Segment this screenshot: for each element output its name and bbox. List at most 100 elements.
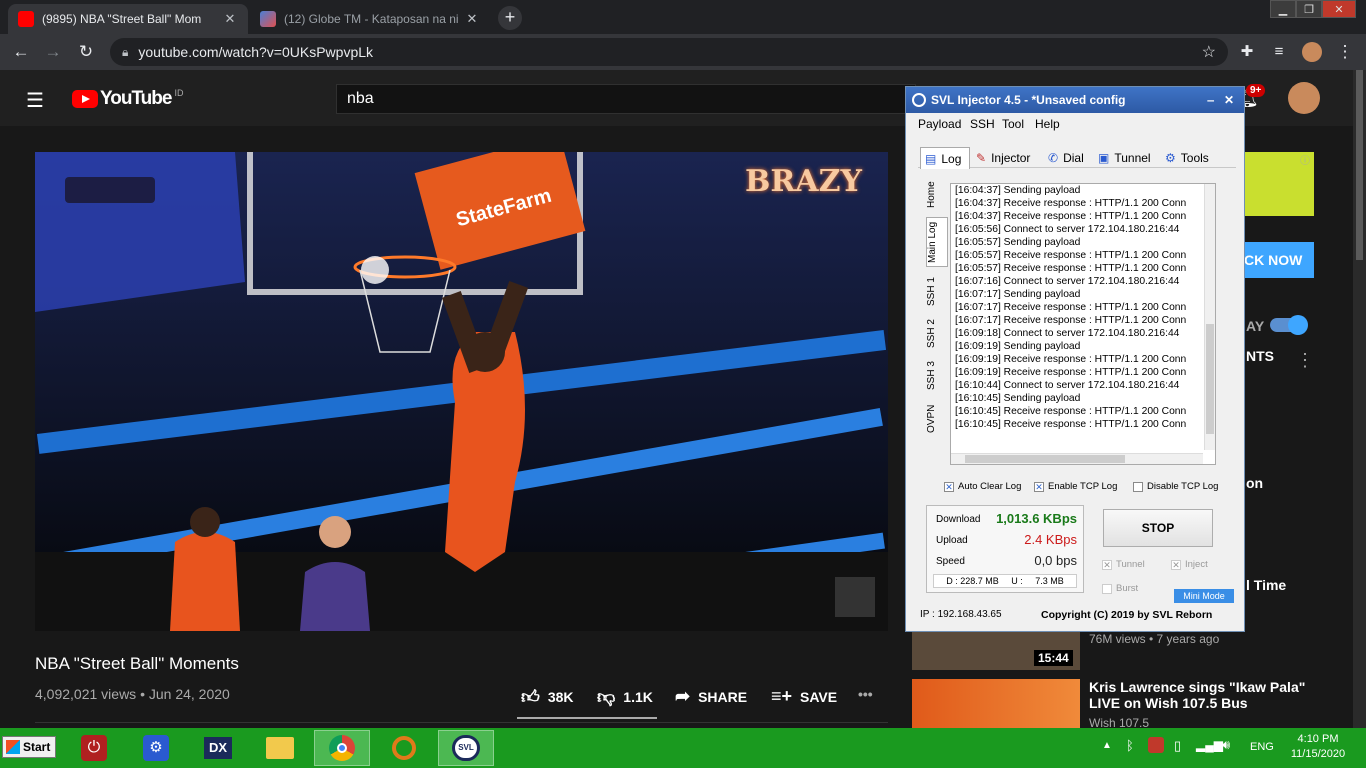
- taskbar-settings-app[interactable]: ⚙: [128, 730, 184, 766]
- close-window-button[interactable]: ✕: [1322, 0, 1356, 18]
- bookmark-star-icon[interactable]: ☆: [1202, 42, 1216, 62]
- search-input[interactable]: nba: [336, 84, 916, 114]
- side-tab-home[interactable]: Home: [926, 177, 948, 213]
- checkbox-label: Enable TCP Log: [1048, 481, 1118, 492]
- more-actions-button[interactable]: •••: [858, 686, 873, 702]
- log-output[interactable]: [16:04:37] Sending payload [16:04:37] Re…: [950, 183, 1216, 465]
- close-tab-icon[interactable]: ✕: [222, 11, 238, 27]
- more-options-icon[interactable]: ⋮: [1296, 350, 1314, 371]
- checkbox-label: Tunnel: [1116, 559, 1145, 570]
- ad-cta-button[interactable]: CK NOW: [1240, 242, 1314, 278]
- log-line: [16:04:37] Sending payload: [955, 185, 1081, 196]
- battery-icon[interactable]: ▯: [1174, 738, 1181, 754]
- taskbar-file-explorer[interactable]: [252, 730, 308, 766]
- show-hidden-icons[interactable]: ▲: [1102, 740, 1112, 751]
- video-player[interactable]: BRAZY StateFarm: [35, 152, 888, 631]
- new-tab-button[interactable]: +: [498, 6, 522, 30]
- enable-tcp-log-checkbox[interactable]: ✕ Enable TCP Log: [1034, 481, 1117, 492]
- browser-toolbar: ← → ↻ 🔒︎ youtube.com/watch?v=0UKsPwpvpLk…: [0, 34, 1366, 70]
- side-tab-ssh2[interactable]: SSH 2: [926, 317, 948, 351]
- stop-button[interactable]: STOP: [1103, 509, 1213, 547]
- menu-payload[interactable]: Payload: [918, 117, 961, 131]
- save-button[interactable]: ≡+ SAVE: [771, 686, 837, 707]
- side-tab-ovpn[interactable]: OVPN: [926, 401, 948, 437]
- burst-checkbox[interactable]: Burst: [1102, 583, 1138, 594]
- inject-checkbox[interactable]: ✕ Inject: [1171, 559, 1208, 570]
- log-line: [16:05:56] Connect to server 172.104.180…: [955, 224, 1180, 235]
- network-signal-icon[interactable]: ▂▄▆: [1196, 738, 1223, 752]
- share-arrow-icon: ➦: [675, 686, 691, 706]
- minimize-window-button[interactable]: ▁: [1270, 0, 1296, 18]
- log-vertical-scrollbar[interactable]: [1204, 184, 1215, 450]
- tab-globe[interactable]: (12) Globe TM - Kataposan na ni ✕: [250, 4, 490, 34]
- system-clock[interactable]: 4:10 PM 11/15/2020: [1286, 732, 1350, 762]
- tunnel-checkbox[interactable]: ✕ Tunnel: [1102, 559, 1145, 570]
- start-button[interactable]: Start: [2, 736, 56, 758]
- reload-icon[interactable]: ↻: [75, 41, 97, 63]
- account-avatar[interactable]: [1288, 82, 1320, 114]
- youtube-logo[interactable]: YouTube ID: [72, 88, 183, 110]
- taskbar-power-app[interactable]: ⏻: [66, 730, 122, 766]
- tab-tunnel[interactable]: ▣ Tunnel: [1098, 147, 1151, 169]
- dislike-button[interactable]: 👎︎ 1.1K: [597, 686, 653, 708]
- checkbox-icon: ✕: [1102, 559, 1112, 570]
- forward-arrow-icon[interactable]: →: [42, 41, 64, 63]
- back-arrow-icon[interactable]: ←: [10, 41, 32, 63]
- side-tab-ssh1[interactable]: SSH 1: [926, 275, 948, 309]
- tab-tools[interactable]: ⚙ Tools: [1165, 147, 1209, 169]
- ip-address: IP : 192.168.43.65: [920, 609, 1002, 620]
- profile-avatar[interactable]: [1302, 42, 1322, 62]
- related-video-title[interactable]: on: [1246, 475, 1263, 491]
- mini-mode-button[interactable]: Mini Mode: [1174, 589, 1234, 603]
- clock-date: 11/15/2020: [1290, 748, 1346, 760]
- hamburger-menu-icon[interactable]: ☰: [26, 88, 44, 113]
- media-queue-icon[interactable]: ≡: [1268, 41, 1290, 63]
- tab-label: Log: [941, 151, 962, 166]
- related-video-title[interactable]: Kris Lawrence sings "Ikaw Pala" LIVE on …: [1089, 679, 1305, 711]
- bluetooth-icon[interactable]: ᛒ: [1126, 738, 1134, 753]
- extensions-puzzle-icon[interactable]: ✚: [1236, 41, 1258, 63]
- taskbar-vpn-app[interactable]: [376, 730, 432, 766]
- auto-clear-log-checkbox[interactable]: ✕ Auto Clear Log: [944, 481, 1021, 492]
- dx-app-icon: DX: [204, 737, 232, 759]
- like-ratio-bar: [517, 717, 657, 719]
- taskbar-svl-injector[interactable]: SVL: [438, 730, 494, 766]
- antivirus-shield-icon[interactable]: [1148, 737, 1164, 753]
- log-line: [16:10:45] Receive response : HTTP/1.1 2…: [955, 419, 1187, 430]
- tab-injector[interactable]: ✎ Injector: [976, 147, 1030, 169]
- close-tab-icon[interactable]: ✕: [464, 11, 480, 27]
- chrome-menu-icon[interactable]: ⋮: [1334, 41, 1356, 63]
- tab-log[interactable]: ▤ Log: [920, 147, 970, 169]
- checkbox-label: Disable TCP Log: [1147, 481, 1219, 492]
- side-tab-main-log[interactable]: Main Log: [926, 217, 948, 267]
- ad-info-icon[interactable]: ⓘ: [1300, 152, 1310, 167]
- related-video-thumbnail[interactable]: [912, 679, 1080, 729]
- share-button[interactable]: ➦ SHARE: [675, 686, 747, 707]
- tab-dial[interactable]: ✆ Dial: [1048, 147, 1084, 169]
- svl-title-bar[interactable]: SVL Injector 4.5 - *Unsaved config ‒ ✕: [906, 87, 1244, 113]
- side-tab-ssh3[interactable]: SSH 3: [926, 359, 948, 393]
- tab-youtube[interactable]: (9895) NBA "Street Ball" Mom ✕: [8, 4, 248, 34]
- svl-close-icon[interactable]: ✕: [1224, 93, 1234, 107]
- clock-time: 4:10 PM: [1297, 733, 1339, 745]
- svl-minimize-icon[interactable]: ‒: [1207, 93, 1214, 107]
- log-line: [16:07:17] Receive response : HTTP/1.1 2…: [955, 302, 1187, 313]
- like-button[interactable]: 👍︎ 38K: [521, 686, 574, 708]
- related-video-title[interactable]: l Time: [1246, 577, 1286, 593]
- restore-window-button[interactable]: ❐: [1296, 0, 1322, 18]
- log-horizontal-scrollbar[interactable]: [951, 453, 1203, 464]
- region-code: ID: [174, 88, 184, 98]
- input-language[interactable]: ENG: [1250, 741, 1274, 753]
- taskbar-dx-app[interactable]: DX: [190, 730, 246, 766]
- disable-tcp-log-checkbox[interactable]: Disable TCP Log: [1133, 481, 1218, 492]
- checkbox-icon: ✕: [944, 481, 954, 492]
- page-scrollbar[interactable]: [1353, 70, 1366, 728]
- tab-label: Tools: [1180, 151, 1209, 165]
- taskbar-chrome[interactable]: [314, 730, 370, 766]
- volume-icon[interactable]: 🔊︎: [1222, 737, 1230, 753]
- address-bar[interactable]: 🔒︎ youtube.com/watch?v=0UKsPwpvpLk ☆: [110, 38, 1228, 66]
- autoplay-toggle[interactable]: [1270, 315, 1308, 335]
- menu-ssh[interactable]: SSH: [970, 117, 995, 131]
- menu-tool[interactable]: Tool: [1002, 117, 1024, 131]
- menu-help[interactable]: Help: [1035, 117, 1060, 131]
